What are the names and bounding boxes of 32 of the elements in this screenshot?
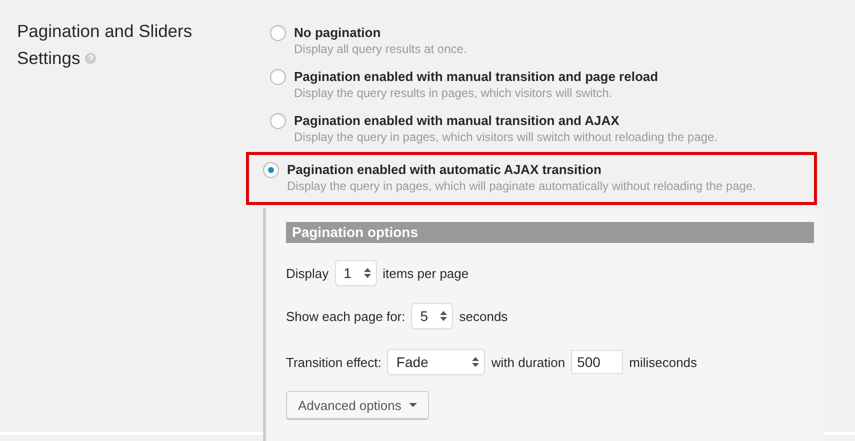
radio-button[interactable] [270,25,286,41]
option-description: Display all query results at once. [294,41,467,57]
field-label: items per page [382,266,469,280]
field-label: Transition effect: [286,354,382,370]
radio-button[interactable] [263,162,279,178]
effect-select[interactable]: Fade [387,349,486,375]
section-label: Settings [17,47,80,70]
up-down-arrows-icon [440,311,448,321]
caret-icon [409,403,418,407]
panel-header: Pagination options [286,222,814,243]
option-description: Display the query in pages, which visitors will switch without reloading the page. [294,129,718,145]
field-label: Display [286,266,329,280]
advanced-options-button[interactable]: Advanced options [286,391,430,419]
field-label: Show each page for: [286,308,406,324]
option-title: No pagination [294,24,382,41]
field-label: with duration [491,354,566,370]
field-label: seconds [459,308,508,324]
field-label: miliseconds [629,354,698,370]
help-icon[interactable] [85,53,96,64]
radio-button[interactable] [270,113,286,129]
option-description: Display the query in pages, which will paginate automatically without reloading the page. [287,178,756,194]
duration-input[interactable]: 500 [571,350,624,374]
option-description: Display the query results in pages, which visitors will switch. [294,85,614,101]
up-down-arrows-icon [364,268,371,278]
option-title: Pagination enabled with manual transition and page reload [294,68,658,85]
radio-button[interactable] [270,69,286,85]
option-title: Pagination enabled with automatic AJAX transition [287,161,602,178]
section-label: Pagination and Sliders [17,20,194,43]
up-down-arrows-icon [472,357,480,367]
number-select[interactable]: 1 [334,260,377,286]
number-select[interactable]: 5 [411,303,454,329]
option-title: Pagination enabled with manual transition and AJAX [294,112,620,129]
